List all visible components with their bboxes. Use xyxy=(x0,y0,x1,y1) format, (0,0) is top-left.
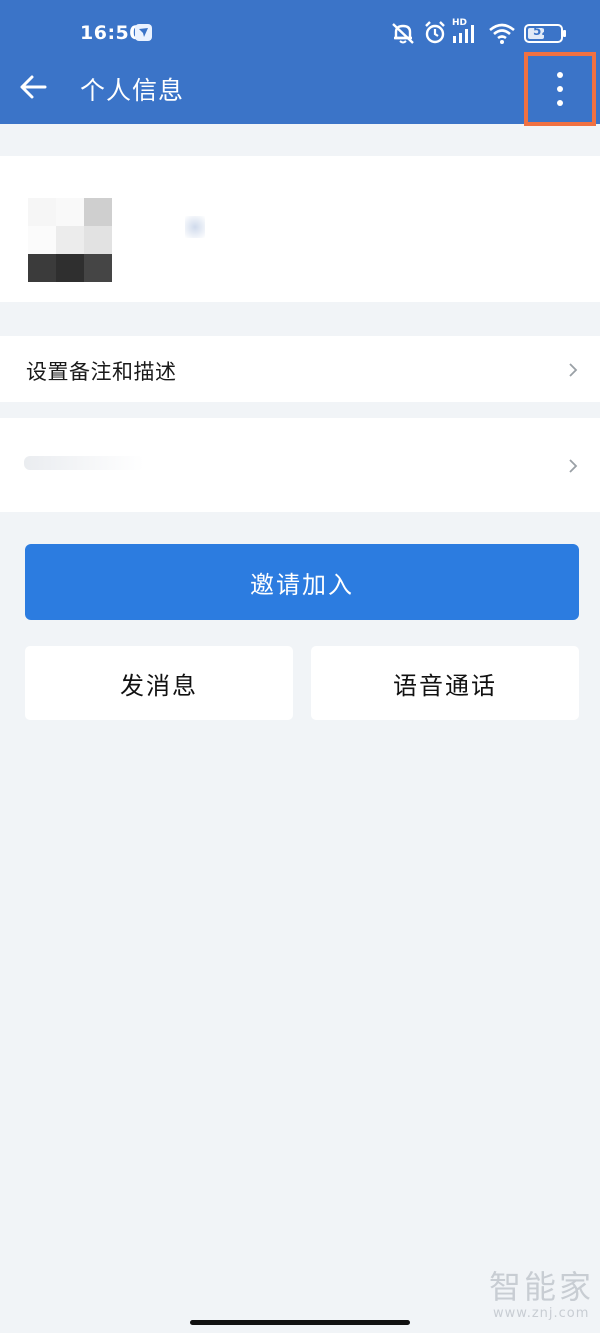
battery-icon: 52 xyxy=(524,20,568,50)
blurred-info-row[interactable] xyxy=(0,418,600,512)
remark-description-row[interactable]: 设置备注和描述 xyxy=(0,336,600,402)
app-header: 16:50 HD 52 个人信息 xyxy=(0,0,600,126)
watermark-logo: 智能家 www.znj.com xyxy=(489,1262,594,1321)
voice-call-button[interactable]: 语音通话 xyxy=(311,646,579,720)
avatar-pixel xyxy=(56,226,84,254)
watermark-text: 智能家 xyxy=(489,1268,595,1306)
mute-icon xyxy=(390,20,416,50)
status-time: 16:50 xyxy=(80,22,143,44)
more-vertical-icon-dot xyxy=(557,86,563,92)
more-options-button[interactable] xyxy=(524,52,596,126)
more-vertical-icon xyxy=(557,72,563,78)
wifi-icon xyxy=(488,20,516,50)
blurred-name xyxy=(185,216,205,238)
cellular-signal-icon: HD xyxy=(452,18,480,50)
page-title: 个人信息 xyxy=(80,76,185,105)
avatar-pixel xyxy=(28,198,56,226)
avatar-pixel xyxy=(84,198,112,226)
avatar-pixel xyxy=(28,226,56,254)
alarm-icon xyxy=(423,20,447,50)
avatar-pixel xyxy=(28,254,56,282)
chevron-right-icon xyxy=(566,458,580,473)
blurred-row-content xyxy=(24,456,144,470)
back-arrow-icon[interactable] xyxy=(18,72,48,102)
app-notification-icon xyxy=(135,24,152,41)
network-label: HD xyxy=(452,18,468,28)
home-indicator[interactable] xyxy=(190,1320,410,1325)
avatar-pixel xyxy=(84,226,112,254)
battery-level: 52 xyxy=(533,24,550,38)
remark-description-label: 设置备注和描述 xyxy=(26,360,177,384)
profile-card xyxy=(0,156,600,302)
chevron-right-icon xyxy=(566,362,580,377)
send-message-button[interactable]: 发消息 xyxy=(25,646,293,720)
avatar[interactable] xyxy=(28,198,114,284)
more-vertical-icon-dot xyxy=(557,100,563,106)
status-icons: HD 52 xyxy=(390,18,590,46)
avatar-pixel xyxy=(56,198,84,226)
invite-join-button[interactable]: 邀请加入 xyxy=(25,544,579,620)
avatar-pixel xyxy=(56,254,84,282)
watermark-url: www.znj.com xyxy=(493,1306,590,1321)
avatar-pixel xyxy=(84,254,112,282)
